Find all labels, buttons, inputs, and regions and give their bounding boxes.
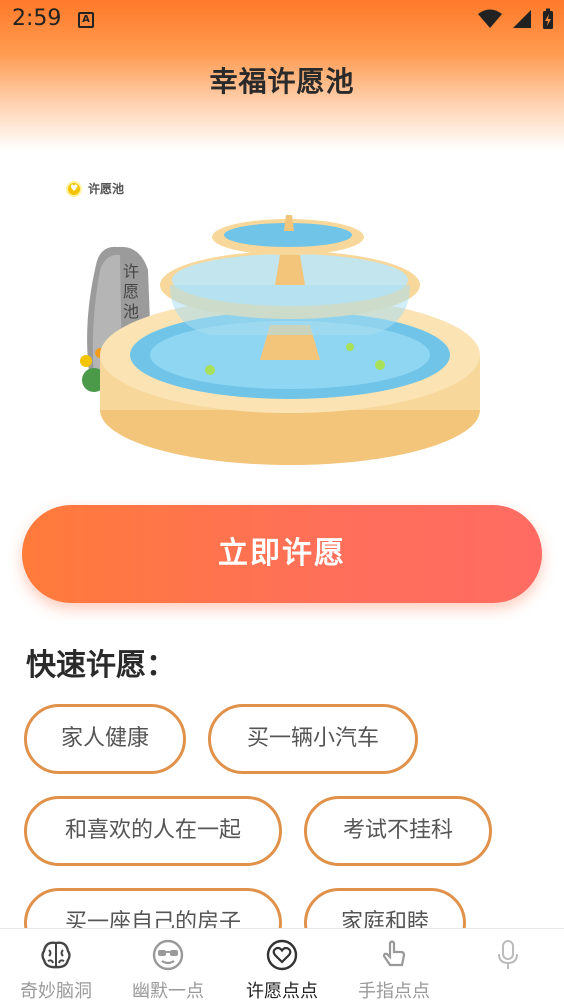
wish-chip[interactable]: 考试不挂科 [304, 796, 492, 866]
notification-icon: A [78, 12, 94, 28]
stone-char-2: 愿 [122, 282, 139, 301]
wish-chip[interactable]: 家人健康 [24, 704, 186, 774]
tab-brain[interactable]: 奇妙脑洞 [0, 929, 112, 1004]
wish-chip[interactable]: 和喜欢的人在一起 [24, 796, 282, 866]
fountain-image [80, 215, 480, 465]
status-time: 2:59 [12, 6, 62, 31]
wish-chip[interactable]: 买一辆小汽车 [208, 704, 418, 774]
microphone-icon [498, 940, 518, 969]
fountain-illustration [60, 175, 500, 475]
tab-humor[interactable]: 幽默一点 [112, 929, 224, 1004]
stone-label: 许 愿 池 [116, 262, 146, 322]
heart-icon [266, 939, 298, 971]
bottom-tab-bar: 奇妙脑洞 幽默一点 许愿点点 手指点点 [0, 928, 564, 1004]
status-icons [478, 8, 554, 30]
tab-wish[interactable]: 许愿点点 [226, 929, 338, 1004]
signal-icon [513, 10, 531, 28]
tab-finger[interactable]: 手指点点 [338, 929, 450, 1004]
battery-icon [543, 8, 553, 29]
tab-label: 许愿点点 [246, 981, 318, 1002]
quick-wish-title: 快速许愿： [26, 648, 176, 683]
tab-label: 奇妙脑洞 [20, 981, 92, 1002]
tab-label: 幽默一点 [132, 981, 204, 1002]
page-title: 幸福许愿池 [209, 65, 355, 98]
stone-char-3: 池 [122, 302, 139, 321]
sunglasses-face-icon [152, 939, 184, 971]
tab-label: 手指点点 [358, 981, 430, 1002]
status-bar: 2:59 A [0, 0, 564, 40]
tab-voice[interactable] [452, 929, 564, 1004]
make-wish-button[interactable]: 立即许愿 [22, 505, 542, 603]
pointing-hand-icon [382, 940, 406, 967]
stone-char-1: 许 [122, 262, 139, 281]
brain-icon [41, 941, 71, 969]
wifi-icon [478, 9, 502, 28]
